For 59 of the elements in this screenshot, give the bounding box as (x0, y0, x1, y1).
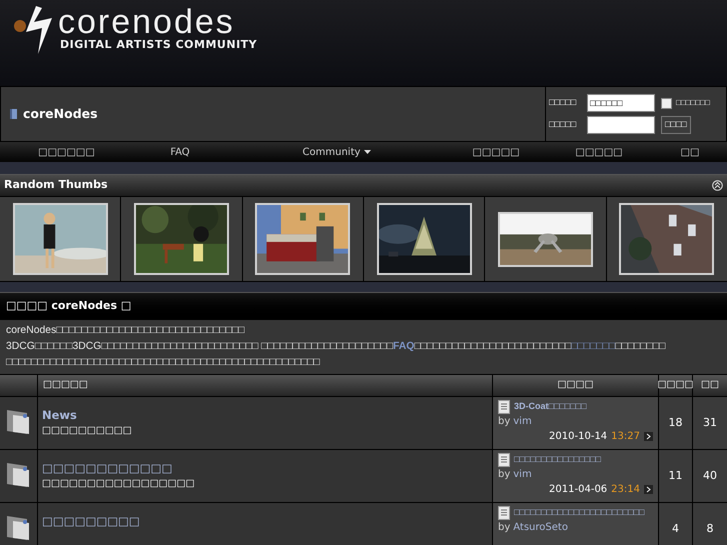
by-label: by (498, 468, 510, 482)
table-cell: 40 (693, 450, 727, 502)
column-header: □□□□□ (38, 375, 492, 396)
document-icon (498, 506, 510, 520)
forum-title[interactable]: News (42, 407, 77, 424)
post-time: 13:27 (611, 430, 640, 444)
remember-label: □□□□□□□ (676, 97, 710, 109)
post-date: 2010-10-14 (549, 430, 608, 444)
password-label: □□□□□ (549, 118, 578, 132)
table-cell: 31 (693, 397, 727, 449)
last-post-title[interactable]: □□□□□□□□□□□□□□□□□□□□□□□□ (514, 506, 644, 520)
author-link[interactable]: AtsuroSeto (513, 520, 568, 535)
caret-icon (364, 150, 372, 154)
table-header-cell (0, 375, 37, 396)
forum-title[interactable]: □□□□□□□□□□□□ (42, 460, 172, 478)
nav-link[interactable]: FAQ (133, 144, 227, 160)
nav-link[interactable]: □□□□□□ (0, 144, 133, 160)
go-arrow-icon[interactable] (644, 432, 653, 441)
book-icon (9, 108, 19, 120)
logo-tagline: DIGITAL ARTISTS COMMUNITY (60, 36, 258, 53)
forum-description: □□□□□□□□□□ (42, 424, 132, 438)
column-header: □□□□ (493, 375, 658, 396)
author-link[interactable]: vim (513, 467, 532, 482)
nav-link[interactable]: □□□□□ (545, 144, 653, 160)
post-time: 23:14 (611, 483, 640, 497)
panel-title: Random Thumbs (4, 177, 108, 194)
table-cell: 18 (659, 397, 692, 449)
table-cell: 4 (659, 503, 692, 545)
nav-link[interactable]: □□ (653, 144, 727, 160)
nav-link[interactable]: □□□□□ (447, 144, 545, 160)
intro-text: coreNodes□□□□□□□□□□□□□□□□□□□□□□□□□□□□□□ 3DCG□□□□□□3DCG□□□□□□□□□□□□□□□□□□□□□□□□□ □□□□□□□□□□□□□□□□□□□□□FAQ□□□□□□□□□□□□□□□□□□□□□□□□□□□□□□□□□□□□□□□□ □□□□□□□□□□□□□□□□□□□□□□□□□□□□□□□□□□□□□□□□□□□□□□□□□□ (6, 324, 666, 370)
column-header: □□ (693, 375, 727, 396)
logo-name: corenodes (58, 6, 235, 37)
section-title: □□□□ coreNodes □ (6, 298, 132, 314)
logo[interactable]: corenodes DIGITAL ARTISTS COMMUNITY (8, 4, 338, 56)
go-arrow-icon[interactable] (644, 485, 653, 494)
username-field[interactable]: □□□□□□ (587, 94, 655, 112)
document-icon (498, 453, 510, 467)
author-link[interactable]: vim (513, 414, 532, 429)
forum-title[interactable]: □□□□□□□□□ (42, 513, 140, 530)
collapse-icon[interactable] (712, 180, 723, 191)
faq-link[interactable]: FAQ (392, 341, 414, 352)
text-link[interactable]: □□□□□□□ (571, 341, 616, 352)
by-label: by (498, 415, 510, 429)
table-cell: 11 (659, 450, 692, 502)
post-date: 2011-04-06 (549, 483, 608, 497)
username-label: □□□□□ (549, 96, 578, 110)
forum-description: □□□□□□□□□□□□□□□□□ (42, 477, 195, 492)
by-label: by (498, 521, 510, 535)
remember-checkbox[interactable] (661, 98, 672, 108)
column-header: □□□□ (659, 375, 692, 396)
nav-link[interactable]: Community (227, 144, 447, 160)
login-button[interactable]: □□□□ (661, 116, 691, 134)
last-post-title[interactable]: □□□□□□□□□□□□□□□□ (514, 453, 601, 467)
breadcrumb-title[interactable]: coreNodes (23, 104, 98, 124)
last-post-title[interactable]: 3D-Coat□□□□□□□ (514, 400, 587, 414)
table-cell: 8 (693, 503, 727, 545)
password-field[interactable] (587, 116, 655, 134)
document-icon (498, 400, 510, 414)
